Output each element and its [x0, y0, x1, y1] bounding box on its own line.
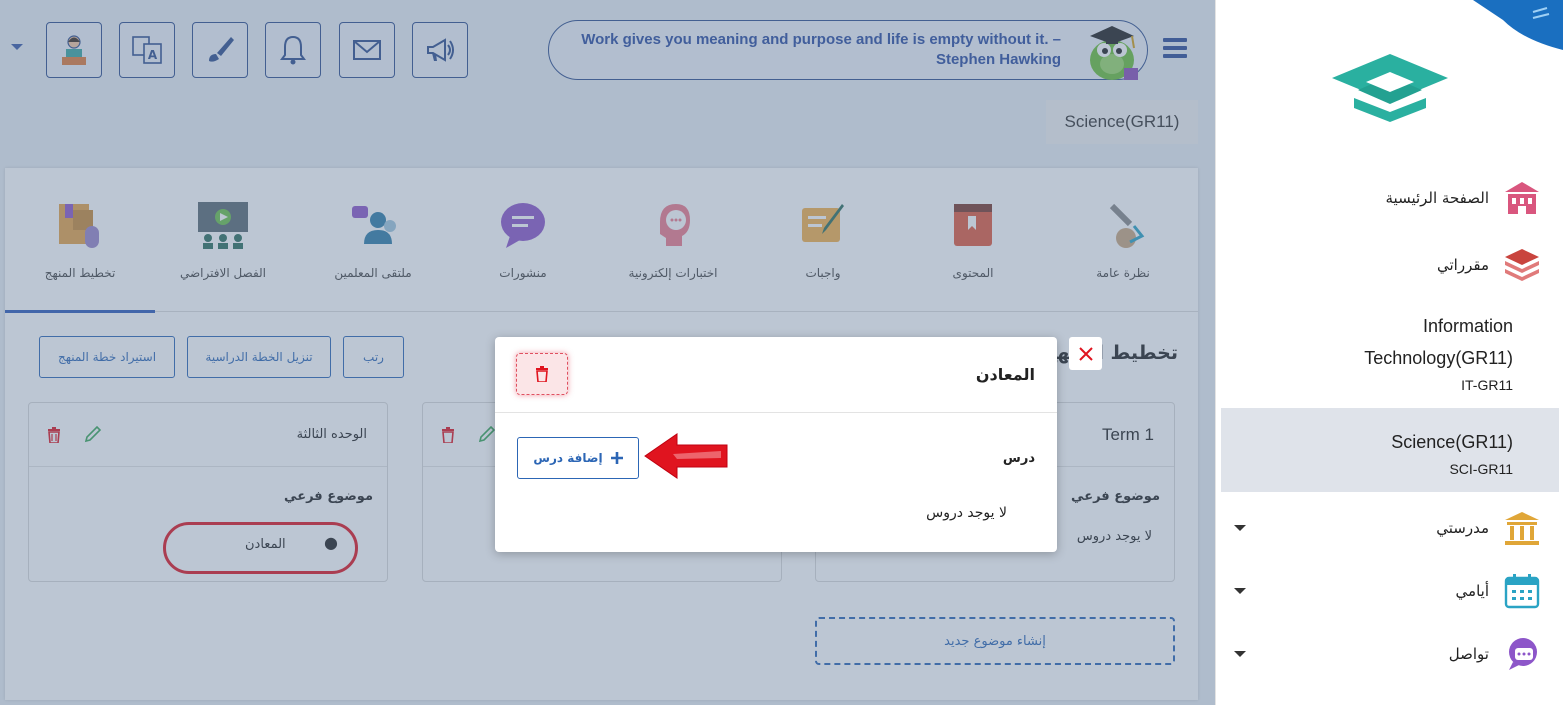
sidebar-course-it[interactable]: Information Technology(GR11) IT-GR11	[1364, 310, 1513, 396]
chevron-down-icon[interactable]	[1234, 588, 1246, 594]
sidebar-item-label: الصفحة الرئيسية	[1385, 189, 1490, 207]
delete-subtopic-button[interactable]	[516, 353, 568, 395]
stack-layers-icon	[1505, 249, 1539, 281]
lesson-label: درس	[1002, 451, 1035, 466]
chat-bubbles-icon	[1509, 638, 1537, 670]
home-icon	[1505, 182, 1539, 214]
course-code: SCI-GR11	[1449, 461, 1513, 477]
course-code: IT-GR11	[1461, 377, 1513, 393]
sidebar-item-label: أيامي	[1455, 582, 1489, 600]
close-modal-button[interactable]	[1069, 337, 1102, 370]
calendar-icon	[1504, 574, 1540, 609]
modal-title: المعادن	[975, 365, 1035, 384]
main-area: A Work gives you meaning and purpose and…	[0, 0, 1215, 705]
chevron-down-icon[interactable]	[1234, 651, 1246, 657]
sidebar-item-my-school[interactable]: مدرستي	[1436, 510, 1541, 546]
add-lesson-button[interactable]: إضافة درس	[517, 437, 639, 479]
school-logo-icon	[1332, 54, 1448, 122]
chevron-down-icon[interactable]	[1234, 525, 1246, 531]
add-lesson-label: إضافة درس	[533, 451, 603, 465]
course-name: Technology(GR11)	[1364, 348, 1513, 368]
no-lessons-text: لا يوجد دروس	[926, 505, 1007, 521]
sidebar-course-science-text: Science(GR11) SCI-GR11	[1391, 426, 1513, 480]
sidebar-item-communication[interactable]: تواصل	[1449, 636, 1541, 672]
sidebar-item-label: مقرراتي	[1437, 256, 1489, 274]
sidebar-item-my-days[interactable]: أيامي	[1456, 573, 1541, 609]
sidebar-item-label: مدرستي	[1436, 519, 1489, 537]
subtopic-modal: المعادن درس إضافة درس لا يوجد دروس	[495, 337, 1057, 552]
sidebar-item-home[interactable]: الصفحة الرئيسية	[1386, 180, 1542, 216]
plus-icon	[610, 452, 623, 464]
close-icon	[1078, 346, 1093, 361]
modal-header: المعادن	[495, 337, 1057, 413]
school-building-icon	[1505, 512, 1539, 545]
sidebar: الصفحة الرئيسية مقرراتي Information Tech…	[1215, 0, 1563, 705]
course-name: Information	[1422, 316, 1513, 336]
trash-icon	[536, 366, 548, 382]
sidebar-item-my-courses[interactable]: مقرراتي	[1437, 247, 1541, 283]
sidebar-item-label: تواصل	[1448, 645, 1489, 663]
corner-decoration-icon	[1473, 0, 1563, 50]
course-name: Science(GR11)	[1391, 432, 1513, 452]
pointer-arrow-icon	[644, 433, 728, 479]
